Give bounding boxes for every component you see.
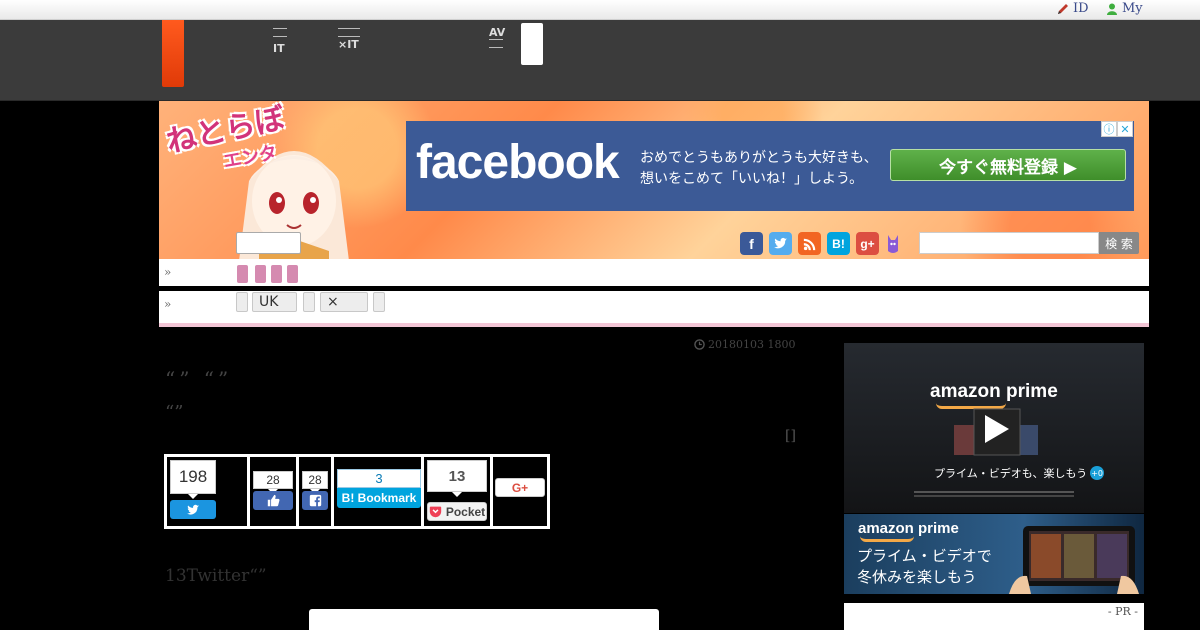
- ticker-arrow: »: [164, 265, 172, 279]
- nav-search-box[interactable]: [521, 23, 543, 65]
- amazon-prime-ad-video[interactable]: amazon prime プライム・ビデオも、楽しもう +0: [844, 343, 1144, 513]
- amazon-ad-caption: プライム・ビデオも、楽しもう +0: [934, 466, 1105, 480]
- site-search-input[interactable]: [919, 232, 1099, 254]
- fb-share-button[interactable]: [302, 491, 328, 510]
- amazon-prime-logo-2: amazon prime: [858, 520, 959, 537]
- facebook-logo: facebook: [416, 136, 620, 189]
- article-title: “” “”: [165, 367, 233, 391]
- ad-signup-button[interactable]: 今すぐ無料登録 ▶: [890, 149, 1126, 181]
- amazon-prime-logo: amazon prime: [930, 381, 1058, 402]
- rss-icon[interactable]: [798, 232, 821, 255]
- pink-tag-3[interactable]: [271, 265, 282, 283]
- pencil-icon: [1058, 3, 1068, 14]
- ad-info-icon[interactable]: ⓘ: [1101, 121, 1117, 137]
- pocket-save[interactable]: 13 Pocket: [424, 457, 490, 526]
- banner-small-input[interactable]: [236, 232, 301, 254]
- twitter-share[interactable]: 198: [167, 457, 247, 526]
- play-icon[interactable]: [977, 411, 1013, 447]
- nav-item-2[interactable]: ×IT: [338, 28, 360, 50]
- ticker-row-2: » UK ×: [159, 291, 1149, 327]
- pocket-icon: [429, 506, 441, 518]
- ad-copy-line1: おめでとうもありがとうも大好きも、: [640, 150, 878, 166]
- site-logo[interactable]: ねとらぼ エンタ: [163, 101, 295, 175]
- pocket-label: Pocket: [445, 504, 486, 519]
- ad-choices[interactable]: ⓘ ✕: [1101, 121, 1133, 137]
- pink-tag-1[interactable]: [237, 265, 248, 283]
- ticker-arrow: »: [164, 297, 172, 311]
- share-buttons: 198 28 28 3 B! Bookmark 13 Pocket G+: [164, 454, 550, 529]
- like-count: 28: [253, 471, 293, 494]
- nav-home-tab[interactable]: [162, 20, 184, 87]
- main-nav: ×IT IT ×IT AV: [0, 20, 1200, 101]
- facebook-share[interactable]: 28: [299, 457, 331, 526]
- tag-chip-3[interactable]: [303, 292, 315, 312]
- ad-copy-line2: 想いをこめて「いいね！」しよう。: [640, 171, 864, 187]
- tag-chip-1[interactable]: [236, 292, 248, 312]
- character-icon[interactable]: [885, 232, 901, 255]
- my-link[interactable]: My: [1105, 1, 1143, 16]
- user-icon: [1107, 3, 1117, 15]
- twitter-icon[interactable]: [769, 232, 792, 255]
- pr-label: - PR -: [1107, 605, 1138, 618]
- tag-chip-uk[interactable]: UK: [252, 292, 297, 312]
- nav-item-2-sub: ×IT: [338, 38, 359, 51]
- pr-section: - PR -: [844, 603, 1144, 630]
- nav-item-1-sub: IT: [273, 42, 285, 55]
- gplus-button[interactable]: G+: [495, 478, 545, 497]
- amazon-smile-icon-2: [860, 536, 914, 542]
- twitter-icon: [186, 504, 200, 514]
- facebook-like[interactable]: 28: [250, 457, 296, 526]
- thumbs-up-icon: [267, 494, 279, 507]
- site-header-banner: ねとらぼ エンタ facebook おめでとうもありがとうも大好きも、 想いをこ…: [159, 101, 1149, 259]
- nav-item-1[interactable]: ×IT IT: [273, 28, 287, 54]
- ad-copy: おめでとうもありがとうも大好きも、 想いをこめて「いいね！」しよう。: [640, 148, 878, 190]
- hatena-count: 3: [337, 469, 421, 488]
- like-button[interactable]: [253, 491, 293, 510]
- post-date: 20180103 1800: [694, 338, 795, 351]
- pocket-count: 13: [427, 460, 487, 497]
- twitter-share-button[interactable]: [170, 500, 216, 519]
- embedded-tweet-card: [309, 609, 659, 630]
- pink-tag-2[interactable]: [255, 265, 266, 283]
- facebook-icon: [309, 494, 321, 507]
- gplus-icon[interactable]: g+: [856, 232, 879, 255]
- nav-item-3[interactable]: AV: [489, 27, 505, 48]
- facebook-ad[interactable]: facebook おめでとうもありがとうも大好きも、 想いをこめて「いいね！」し…: [406, 121, 1134, 211]
- amazon-prime-ad-winter[interactable]: amazon prime プライム・ビデオで 冬休みを楽しもう: [844, 514, 1144, 594]
- amazon-ad2-line2: 冬休みを楽しもう: [857, 568, 977, 586]
- tablet-image: [1009, 526, 1139, 594]
- my-link-label: My: [1122, 1, 1143, 16]
- site-search-button[interactable]: 検 索: [1099, 232, 1139, 254]
- post-date-text: 20180103 1800: [708, 338, 796, 351]
- hatena-button[interactable]: B! Bookmark: [337, 488, 421, 508]
- tag-chip-5[interactable]: [373, 292, 385, 312]
- article-bracket: []: [785, 428, 796, 444]
- fb-share-count: 28: [302, 471, 328, 494]
- article-subtitle: “”: [165, 402, 184, 423]
- pocket-button[interactable]: Pocket: [427, 502, 487, 521]
- pink-tag-4[interactable]: [287, 265, 298, 283]
- tag-chip-cross[interactable]: ×: [320, 292, 368, 312]
- nav-item-3-label: AV: [489, 26, 506, 39]
- clock-icon: [694, 339, 705, 350]
- amazon-badge: +0: [1090, 466, 1105, 480]
- ticker-row-1: »: [159, 259, 1149, 286]
- gplus-share[interactable]: G+: [493, 457, 547, 526]
- hatena-icon[interactable]: B!: [827, 232, 850, 255]
- article-body-text: 13Twitter“”: [165, 566, 267, 586]
- facebook-icon[interactable]: f: [740, 232, 763, 255]
- hatena-bookmark[interactable]: 3 B! Bookmark: [334, 457, 421, 526]
- amazon-ad2-copy: プライム・ビデオで 冬休みを楽しもう: [857, 546, 992, 588]
- id-link[interactable]: ID: [1056, 1, 1089, 16]
- amazon-ad2-line1: プライム・ビデオで: [857, 547, 992, 565]
- ad-close-icon[interactable]: ✕: [1117, 121, 1133, 137]
- utility-bar: ID My: [0, 0, 1200, 20]
- twitter-count: 198: [170, 460, 216, 499]
- id-link-label: ID: [1073, 1, 1089, 16]
